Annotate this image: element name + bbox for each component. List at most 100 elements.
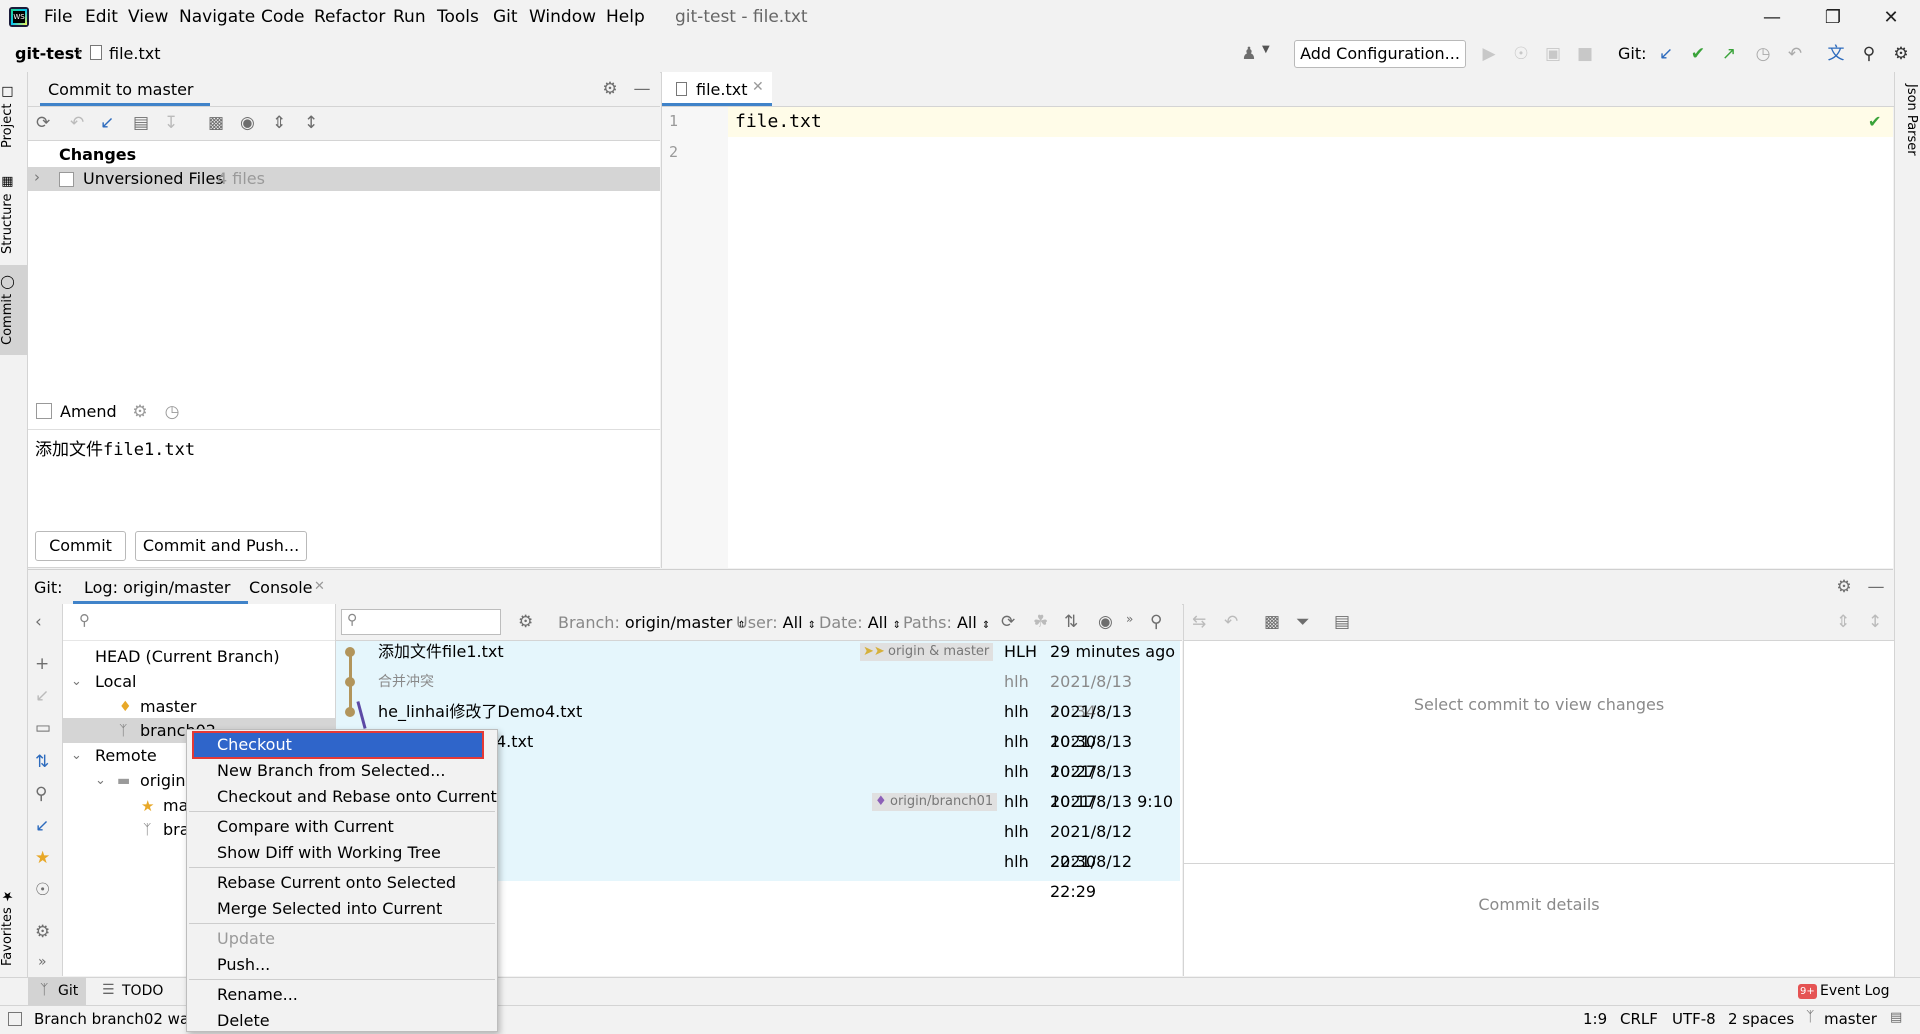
file-encoding[interactable]: UTF-8 — [1672, 1010, 1716, 1028]
commit-message-input[interactable]: 添加文件file1.txt — [35, 435, 650, 515]
more-icon[interactable]: » — [1126, 612, 1133, 626]
update-project-icon[interactable]: ↙ — [1655, 43, 1677, 65]
shelve-icon[interactable]: ↧ — [164, 113, 178, 133]
code-line[interactable]: file.txt — [735, 111, 822, 132]
chevron-down-icon[interactable]: ⌄ — [71, 741, 82, 771]
commit-row[interactable]: 添加文件file1.txt ➤➤ origin & master HLH 29 … — [336, 637, 1180, 667]
status-message[interactable]: Branch branch02 was — [34, 1010, 197, 1028]
chevron-right-icon[interactable]: › — [34, 168, 40, 186]
delete-icon[interactable]: ▭ — [35, 718, 51, 738]
amend-settings-gear-icon[interactable]: ⚙ — [129, 401, 151, 423]
settings-gear-icon[interactable]: ⚙ — [1890, 43, 1912, 65]
tool-tab-todo[interactable]: ☰ TODO — [100, 978, 170, 1005]
panel-settings-gear-icon[interactable]: ⚙ — [599, 78, 621, 100]
menu-navigate[interactable]: Navigate — [179, 7, 255, 27]
menu-refactor[interactable]: Refactor — [314, 7, 385, 27]
close-window-button[interactable]: ✕ — [1877, 4, 1905, 32]
collapse-all-icon[interactable]: ↕ — [1868, 612, 1882, 632]
close-tab-icon[interactable]: ✕ — [314, 579, 325, 594]
menu-file[interactable]: File — [44, 7, 72, 27]
commit-check-icon[interactable]: ✔ — [1687, 43, 1709, 65]
menu-help[interactable]: Help — [606, 7, 645, 27]
indent-setting[interactable]: 2 spaces — [1728, 1010, 1794, 1028]
rollback-icon[interactable]: ↶ — [1224, 612, 1238, 632]
panel-minimize-icon[interactable]: — — [1865, 576, 1887, 598]
group-by-icon[interactable]: ▩ — [1264, 612, 1280, 632]
menu-tools[interactable]: Tools — [437, 7, 479, 27]
layout-icon[interactable]: ▤ — [1334, 612, 1350, 632]
unversioned-files-row[interactable]: › Unversioned Files 4 files — [28, 167, 660, 191]
chevron-down-icon[interactable]: ⌄ — [95, 766, 106, 796]
show-diff-icon[interactable]: ▤ — [133, 113, 149, 133]
restore-button[interactable]: ❐ — [1819, 4, 1847, 32]
expand-all-icon[interactable]: ⇕ — [1836, 612, 1850, 632]
changes-node-label[interactable]: Changes — [59, 145, 136, 164]
menu-item-merge[interactable]: Merge Selected into Current — [187, 896, 497, 922]
menu-run[interactable]: Run — [393, 7, 426, 27]
panel-settings-gear-icon[interactable]: ⚙ — [1833, 576, 1855, 598]
breadcrumb-project[interactable]: git-test — [15, 44, 82, 63]
status-toggle-icon[interactable] — [8, 1012, 22, 1026]
tool-tab-structure[interactable]: Structure ▦ — [0, 170, 27, 258]
caret-position[interactable]: 1:9 — [1583, 1010, 1607, 1028]
diff-arrows-icon[interactable]: ⇆ — [1192, 612, 1206, 632]
refresh-icon[interactable]: ⟳ — [36, 113, 50, 133]
log-search-input[interactable]: ⚲ — [341, 609, 501, 635]
chevron-left-icon[interactable]: ‹ — [35, 612, 42, 632]
view-options-eye-icon[interactable]: ◉ — [1098, 612, 1113, 632]
minimize-button[interactable]: — — [1758, 4, 1786, 32]
branch-search-input[interactable]: ⚲ — [63, 604, 335, 641]
menu-item-checkout-rebase[interactable]: Checkout and Rebase onto Current — [187, 784, 497, 810]
log-settings-gear-icon[interactable]: ⚙ — [518, 612, 533, 632]
menu-item-new-branch[interactable]: New Branch from Selected... — [187, 758, 497, 784]
update-branch-icon[interactable]: ↙ — [35, 686, 49, 706]
commit-and-push-button[interactable]: Commit and Push... — [135, 531, 307, 561]
menu-item-rebase-onto[interactable]: Rebase Current onto Selected — [187, 870, 497, 896]
menu-item-compare-current[interactable]: Compare with Current — [187, 814, 497, 840]
refresh-icon[interactable]: ⟳ — [1001, 612, 1015, 632]
menu-item-checkout[interactable]: Checkout — [192, 731, 484, 759]
rollback-icon[interactable]: ↶ — [70, 113, 84, 133]
translate-icon[interactable]: 文 — [1825, 43, 1847, 65]
favorite-star-icon[interactable]: ★ — [35, 848, 50, 868]
expand-all-icon[interactable]: ⇕ — [272, 113, 286, 133]
update-icon[interactable]: ↙ — [100, 113, 114, 133]
menu-git[interactable]: Git — [493, 7, 518, 27]
filter-user[interactable]: User: All ⇕ — [736, 613, 816, 632]
amend-checkbox[interactable] — [36, 403, 52, 419]
tab-console[interactable]: Console — [249, 578, 313, 597]
tool-tab-project[interactable]: Project □ — [0, 78, 27, 154]
settings-gear-icon[interactable]: ⚙ — [35, 922, 50, 942]
tool-tab-favorites[interactable]: Favorites ★ — [0, 882, 27, 972]
search-icon[interactable]: ⚲ — [1858, 43, 1880, 65]
tool-tab-event-log[interactable]: 9+ Event Log — [1796, 978, 1896, 1005]
menu-item-rename[interactable]: Rename... — [187, 982, 497, 1008]
tool-tab-git[interactable]: ᛉ Git — [28, 978, 86, 1005]
history-icon[interactable]: ◷ — [1752, 43, 1774, 65]
update-project-icon[interactable]: ↙ — [35, 816, 49, 836]
panel-minimize-icon[interactable]: — — [631, 78, 653, 100]
fetch-icon[interactable]: ⇅ — [35, 752, 49, 772]
search-icon[interactable]: ⚲ — [35, 784, 47, 804]
tool-tab-json-parser[interactable]: Json Parser — [1897, 84, 1919, 184]
editor-tab-file-txt[interactable]: file.txt ✕ — [662, 72, 772, 106]
add-configuration-button[interactable]: Add Configuration... — [1294, 40, 1466, 68]
commit-row[interactable]: 合并冲突 hlh 2021/8/13 10:34 — [336, 667, 1180, 721]
filter-branch[interactable]: Branch: origin/master ⇕ — [558, 613, 746, 632]
push-icon[interactable]: ↗ — [1718, 43, 1740, 65]
message-history-icon[interactable]: ◷ — [161, 401, 183, 423]
tab-log-origin-master[interactable]: Log: origin/master — [84, 578, 230, 597]
close-tab-icon[interactable]: ✕ — [752, 79, 764, 95]
menu-item-push[interactable]: Push... — [187, 952, 497, 978]
filter-icon[interactable]: ⏷ — [1296, 612, 1310, 632]
commit-button[interactable]: Commit — [35, 531, 126, 561]
filter-date[interactable]: Date: All ⇕ — [819, 613, 901, 632]
current-branch[interactable]: master — [1824, 1010, 1877, 1028]
inspection-ok-icon[interactable]: ✔ — [1868, 112, 1881, 131]
line-separator[interactable]: CRLF — [1620, 1010, 1658, 1028]
rollback-icon[interactable]: ↶ — [1784, 43, 1806, 65]
sort-icon[interactable]: ⇅ — [1064, 612, 1078, 632]
menu-edit[interactable]: Edit — [85, 7, 118, 27]
user-icon[interactable]: ♟ — [1238, 43, 1260, 65]
search-icon[interactable]: ⚲ — [1150, 612, 1162, 632]
